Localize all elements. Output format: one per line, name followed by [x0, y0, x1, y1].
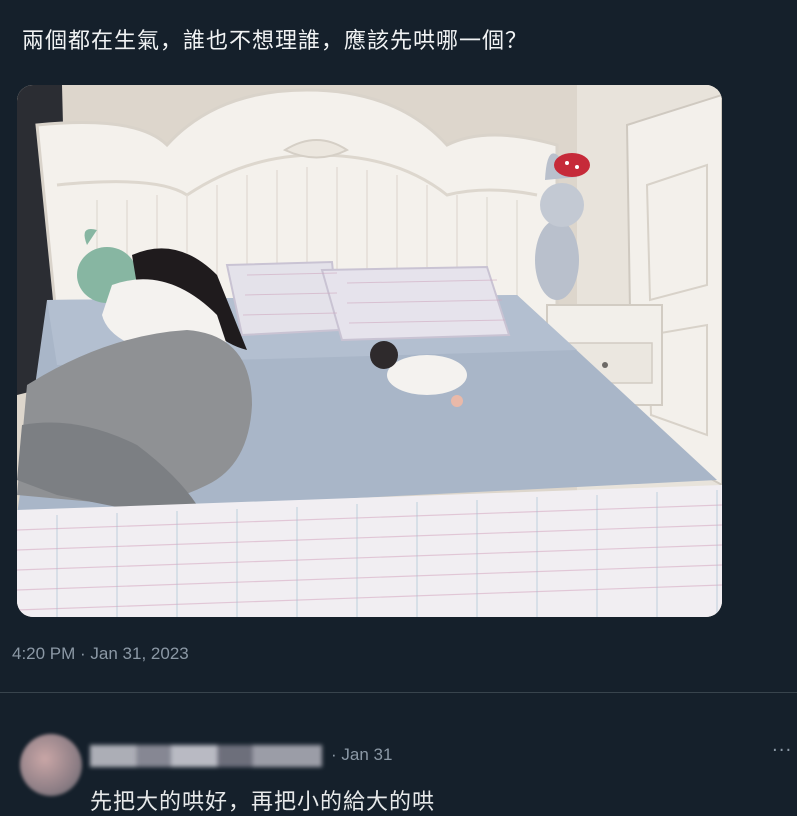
- tweet-text: 兩個都在生氣，誰也不想理誰，應該先哄哪一個？: [22, 29, 529, 54]
- reply-author-name-blurred[interactable]: [90, 745, 322, 767]
- reply-avatar[interactable]: [20, 734, 82, 796]
- reply-text: 先把大的哄好，再把小的給大的哄: [90, 790, 436, 815]
- tweet-photo[interactable]: [17, 85, 722, 617]
- tweet-timestamp[interactable]: 4:20 PM · Jan 31, 2023: [12, 644, 189, 664]
- divider: [0, 692, 797, 693]
- bedroom-photo: [17, 85, 722, 617]
- reply-date[interactable]: · Jan 31: [331, 745, 392, 765]
- more-icon[interactable]: ···: [772, 740, 792, 761]
